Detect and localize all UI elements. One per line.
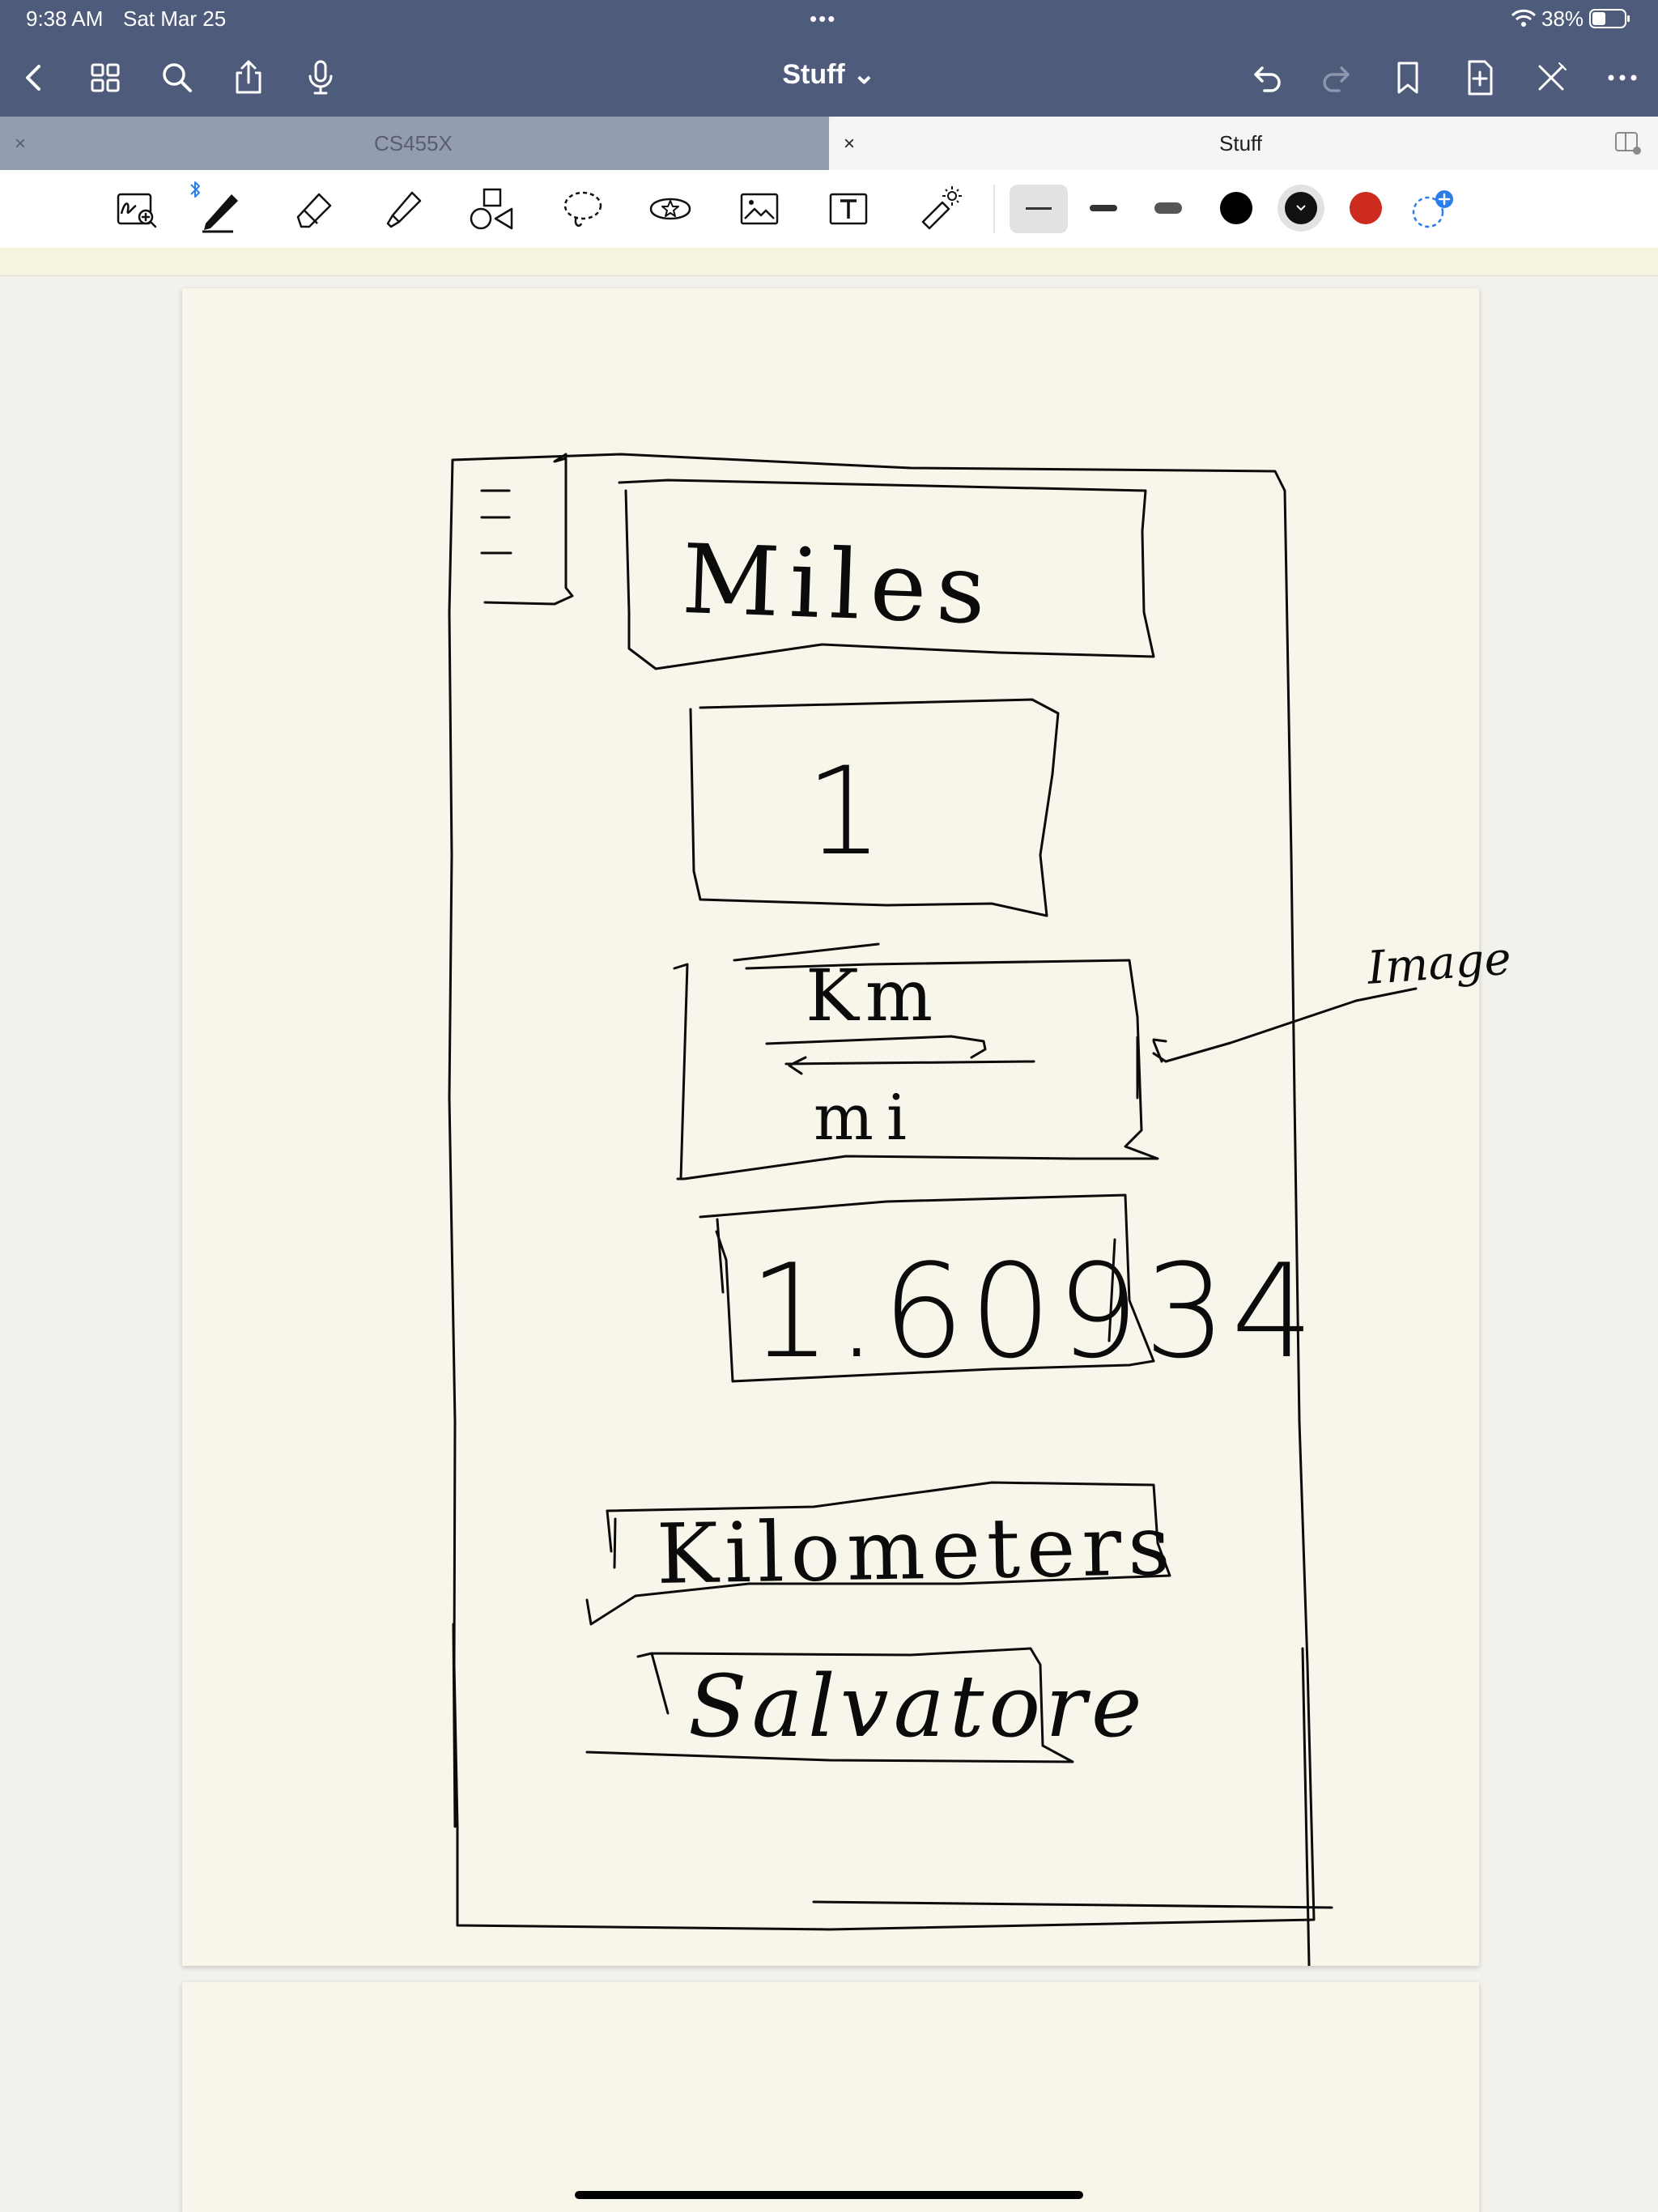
notes-app: 9:38 AM Sat Mar 25 ••• 38% Stuff ⌄ × CS4… [0,0,1658,2212]
zoom-writing-icon[interactable] [110,183,162,235]
redo-icon[interactable] [1316,57,1358,99]
previous-page-edge [0,248,1658,276]
next-notebook-page[interactable] [182,1982,1479,2212]
arrow-right [765,1035,987,1059]
stroke-width-medium[interactable] [1090,205,1117,211]
pen-icon[interactable] [194,183,246,235]
toolbar-divider [993,185,995,233]
add-page-icon[interactable] [1459,57,1501,99]
tab-close-icon[interactable]: × [844,133,855,155]
battery-percent: 38% [1541,6,1584,31]
multitasking-dots-icon[interactable]: ••• [810,6,836,32]
conversion-image-bottom-text: mi [814,1082,920,1155]
kilometers-label: Kilometers [656,1497,1178,1603]
status-bar: 9:38 AM Sat Mar 25 ••• 38% [0,0,1658,39]
image-annotation-label: Image [1366,932,1513,995]
conversion-image-top-text: Km [806,954,940,1037]
color-swatch-black[interactable] [1220,192,1252,224]
shapes-icon[interactable] [466,183,518,235]
tab-cs455x[interactable]: × CS455X [0,117,829,170]
salvatore-label: Salvatore [688,1657,1147,1756]
more-options-icon[interactable] [1601,57,1643,99]
tab-bar: × CS455X × Stuff [0,117,1658,170]
laser-pointer-icon[interactable] [913,183,965,235]
navigation-bar: Stuff ⌄ [0,39,1658,117]
status-time: 9:38 AM [26,6,104,31]
highlighter-icon[interactable] [376,183,428,235]
wifi-icon [1511,9,1537,27]
stroke-width-thick[interactable] [1154,202,1182,214]
tab-label: Stuff [1219,131,1263,155]
color-swatch-red[interactable] [1350,192,1382,224]
miles-label: Miles [680,523,997,646]
eraser-icon[interactable] [287,183,338,235]
lasso-icon[interactable] [557,183,609,235]
bookmark-icon[interactable] [1387,57,1429,99]
frame-overstroke-bottom [812,1900,1333,1909]
undo-icon[interactable] [1245,57,1287,99]
image-icon[interactable] [733,183,785,235]
add-color-icon[interactable] [1410,188,1457,232]
stroke-width-thin[interactable] [1010,185,1068,233]
notebook-page[interactable]: Miles 1 Km mi Image 1.60934 Kilometers S… [182,288,1513,1966]
miles-input-value: 1 [806,742,883,883]
tab-label: CS455X [374,131,453,155]
split-view-icon[interactable] [1614,131,1642,155]
battery-icon [1589,9,1630,28]
close-pen-mode-icon[interactable] [1530,57,1572,99]
annotation-pointer [1152,987,1418,1063]
tab-stuff[interactable]: × Stuff [829,117,1658,170]
sticker-icon[interactable] [644,183,696,235]
status-date: Sat Mar 25 [123,6,227,31]
home-indicator[interactable] [575,2191,1083,2199]
arrow-left [784,1056,1035,1075]
tab-close-icon[interactable]: × [15,133,26,155]
color-swatch-selected[interactable] [1278,185,1324,232]
menu-icon-box [483,453,574,606]
frame-overstroke-left [452,1623,457,1828]
result-value: 1.60934 [749,1236,1319,1387]
drawing-toolbar [0,170,1658,249]
chevron-down-icon [1296,205,1306,211]
text-icon[interactable] [823,183,874,235]
menu-icon-lines [480,489,512,555]
